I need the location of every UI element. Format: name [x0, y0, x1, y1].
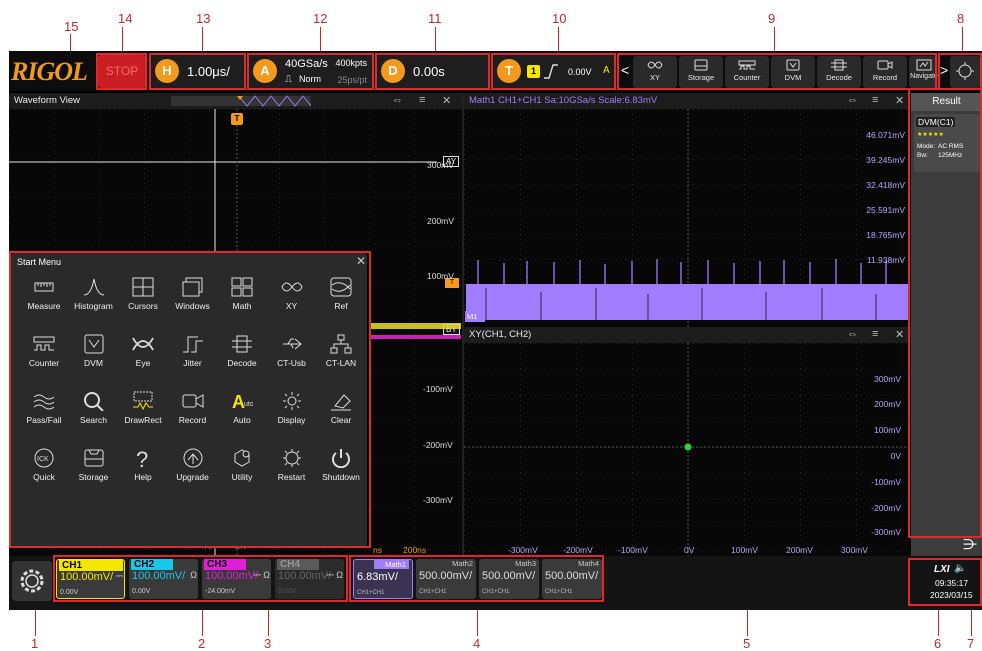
math-waveform-trace [466, 259, 910, 320]
math-view-close-icon[interactable]: ✕ [895, 94, 904, 107]
callout-9: 9 [768, 11, 776, 26]
callout-11: 11 [428, 11, 442, 26]
callout-line-12 [320, 27, 321, 53]
callout-15: 15 [64, 19, 79, 34]
callout-4: 4 [473, 636, 481, 651]
callout-7: 7 [967, 636, 975, 651]
math-scale-label: 25.591mV [866, 205, 905, 215]
xy-x-label: -100mV [618, 545, 648, 555]
waveform-time-label: 200ns [403, 545, 427, 555]
waveform-volt-label: 300mV [427, 160, 454, 170]
xy-x-label: -200mV [563, 545, 593, 555]
xy-y-label: -100mV [871, 477, 901, 487]
xy-x-label: 300mV [841, 545, 868, 555]
highlight-box-12 [247, 53, 374, 90]
math-scale-label: 18.765mV [866, 230, 905, 240]
highlight-box-13 [149, 53, 246, 90]
callout-5: 5 [743, 636, 751, 651]
callout-6: 6 [934, 636, 942, 651]
math-view-title: Math1 CH1+CH1 Sa:10GSa/s Scale:6.83mV [469, 95, 658, 106]
waveform-view-title: Waveform View [14, 95, 80, 106]
waveform-volt-label: 100mV [427, 271, 454, 281]
highlight-box-6 [908, 558, 982, 606]
waveform-time-label: ns [373, 545, 382, 555]
math-view-panel[interactable]: Math1 CH1+CH1 Sa:10GSa/s Scale:6.83mV ⇔ … [462, 93, 911, 327]
xy-view-touch-icon[interactable]: ⇔ [847, 328, 858, 340]
highlight-box-4 [349, 555, 604, 602]
start-menu-button[interactable] [12, 561, 52, 601]
xy-y-label: 100mV [874, 425, 901, 435]
highlight-box-10 [491, 53, 616, 90]
xy-view-menu-icon[interactable]: ≡ [872, 328, 878, 340]
math-view-touch-icon[interactable]: ⇔ [847, 94, 858, 106]
waveform-navigator-strip[interactable] [171, 95, 311, 107]
callout-13: 13 [196, 11, 211, 26]
xy-y-label: 300mV [874, 374, 901, 384]
math1-channel-marker[interactable]: M1 [465, 311, 485, 322]
xy-y-label: -200mV [871, 503, 901, 513]
xy-x-label: 100mV [731, 545, 758, 555]
callout-14: 14 [118, 11, 133, 26]
callout-line-10 [558, 27, 559, 53]
highlight-box-7 [908, 88, 982, 538]
xy-x-label: 200mV [786, 545, 813, 555]
xy-x-label: 0V [684, 545, 695, 555]
xy-y-label: -300mV [871, 527, 901, 537]
waveform-volt-label: -200mV [423, 440, 453, 450]
callout-10: 10 [552, 11, 567, 26]
math-scale-label: 39.245mV [866, 155, 905, 165]
waveform-volt-label: -300mV [423, 495, 453, 505]
waveform-view-menu-icon[interactable]: ≡ [419, 94, 425, 106]
xy-y-label: 200mV [874, 399, 901, 409]
callout-3: 3 [264, 636, 272, 651]
callout-2: 2 [198, 636, 206, 651]
xy-view-title: XY(CH1, CH2) [469, 329, 532, 340]
xy-view-close-icon[interactable]: ✕ [895, 328, 904, 341]
callout-line-1 [35, 606, 36, 636]
xy-view-header: XY(CH1, CH2) ⇔ ≡ ✕ [464, 327, 911, 343]
figure-stage: 15 14 13 12 11 10 9 8 1 2 3 4 5 6 7 RIGO… [0, 0, 982, 651]
rigol-logo: RIGOL [11, 57, 88, 86]
highlight-box-14 [96, 53, 147, 90]
xy-view-panel[interactable]: XY(CH1, CH2) ⇔ ≡ ✕ 300mV 200mV 100mV 0V … [462, 327, 911, 556]
math-view-menu-icon[interactable]: ≡ [872, 94, 878, 106]
gear-icon [20, 569, 44, 593]
callout-line-9 [774, 27, 775, 53]
highlight-box-11 [375, 53, 490, 90]
highlight-box-8 [938, 53, 982, 90]
math-scale-label: 32.418mV [866, 180, 905, 190]
result-collapse-icon[interactable]: ⋺ [963, 536, 977, 553]
callout-line-11 [435, 27, 436, 53]
callout-line-14 [122, 27, 123, 52]
callout-1: 1 [31, 636, 39, 651]
xy-view-grid [464, 343, 911, 556]
waveform-view-close-icon[interactable]: ✕ [442, 94, 451, 107]
callout-8: 8 [957, 11, 965, 26]
math-scale-label: 11.938mV [866, 255, 905, 265]
callout-12: 12 [313, 11, 328, 26]
trigger-position-marker[interactable]: T [231, 113, 243, 125]
xy-trace-dot [684, 443, 692, 451]
xy-y-label: 0V [890, 451, 901, 461]
waveform-view-header: Waveform View ⇔ ≡ ✕ [9, 93, 462, 109]
waveform-volt-label: 200mV [427, 216, 454, 226]
highlight-box-2 [53, 555, 348, 602]
channel-noise-traces [371, 323, 461, 339]
callout-line-8 [962, 27, 963, 53]
highlight-box-3 [9, 251, 371, 548]
math-scale-label: 46.071mV [866, 130, 905, 140]
math-view-header: Math1 CH1+CH1 Sa:10GSa/s Scale:6.83mV ⇔ … [464, 93, 911, 109]
highlight-box-9 [617, 53, 937, 90]
callout-line-13 [202, 27, 203, 53]
waveform-view-touch-icon[interactable]: ⇔ [392, 94, 403, 106]
callout-line-6 [938, 606, 939, 636]
waveform-volt-label: -100mV [423, 384, 453, 394]
xy-x-label: -300mV [508, 545, 538, 555]
